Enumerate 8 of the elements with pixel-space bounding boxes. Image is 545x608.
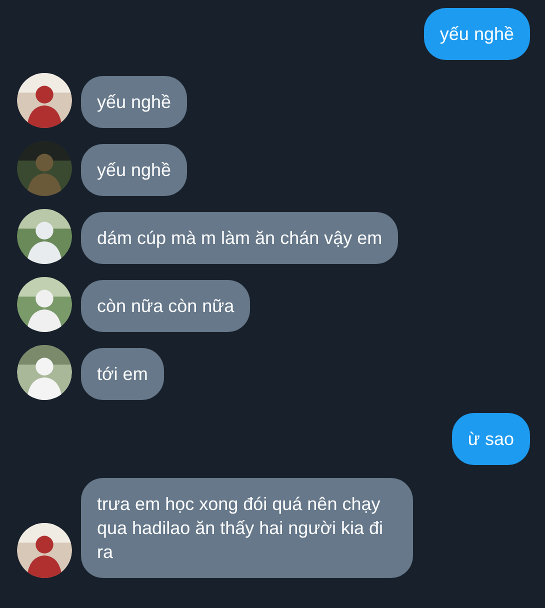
message-bubble: yếu nghề — [81, 144, 188, 196]
message-bubble: yếu nghề — [81, 76, 188, 128]
message-bubble: trưa em học xong đói quá nên chạy qua hadilao ăn thấy hai người kia đi ra — [81, 478, 413, 578]
message-bubble: yếu nghề — [424, 8, 530, 60]
message-bubble: dám cúp mà m làm ăn chán vậy em — [81, 212, 398, 264]
message-bubble: còn nữa còn nữa — [81, 280, 250, 332]
message-bubble: ừ sao — [452, 413, 530, 465]
message-bubble: tới em — [81, 348, 164, 400]
